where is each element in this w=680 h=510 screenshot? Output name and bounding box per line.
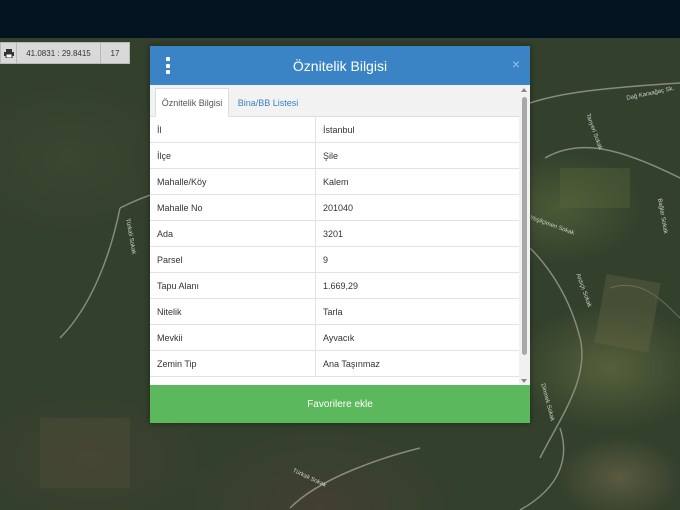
table-row: İlçe Şile	[150, 143, 519, 169]
table-row: Ada 3201	[150, 221, 519, 247]
attribute-key: Tapu Alanı	[150, 273, 316, 298]
table-row: Tapu Alanı 1.669,29	[150, 273, 519, 299]
table-row: Nitelik Tarla	[150, 299, 519, 325]
tab-bar: Öznitelik Bilgisi Bina/BB Listesi	[150, 85, 530, 117]
attribute-value: 1.669,29	[323, 280, 359, 291]
scroll-up-icon[interactable]	[521, 88, 527, 92]
table-row: Parsel 9	[150, 247, 519, 273]
scrollbar[interactable]	[519, 85, 530, 385]
dialog-header: Öznitelik Bilgisi ×	[150, 46, 530, 85]
top-navbar	[0, 0, 680, 38]
table-row: Zemin Tip Ana Taşınmaz	[150, 351, 519, 377]
attribute-value: 9	[323, 254, 329, 265]
printer-icon[interactable]	[1, 43, 17, 63]
table-row: Mahalle/Köy Kalem	[150, 169, 519, 195]
add-to-favorites-button[interactable]: Favorilere ekle	[150, 385, 530, 423]
attribute-value: Tarla	[323, 306, 343, 317]
attribute-table: İl İstanbul İlçe Şile Mahalle/Köy Kalem Mahall…	[150, 117, 519, 385]
table-row: İl İstanbul	[150, 117, 519, 143]
attribute-value: 201040	[323, 202, 354, 213]
attribute-key: Nitelik	[150, 299, 316, 324]
attribute-key: Parsel	[150, 247, 316, 272]
coordinate-bar: 41.0831 : 29.8415 17	[0, 42, 130, 64]
attribute-key: Mahalle No	[150, 195, 316, 220]
dialog-title: Öznitelik Bilgisi	[292, 57, 388, 74]
attribute-value: İstanbul	[323, 124, 355, 135]
attribute-key: Zemin Tip	[150, 351, 316, 376]
scroll-thumb[interactable]	[522, 97, 527, 355]
attribute-key: Mevkii	[150, 325, 316, 350]
tab-building-list[interactable]: Bina/BB Listesi	[230, 88, 306, 117]
table-row: Mevkii Ayvacık	[150, 325, 519, 351]
zoom-level: 17	[110, 48, 120, 58]
tab-attribute-info[interactable]: Öznitelik Bilgisi	[155, 88, 229, 117]
attribute-value: Ayvacık	[323, 332, 355, 343]
table-row: Mahalle No 201040	[150, 195, 519, 221]
kebab-menu-icon[interactable]	[162, 57, 174, 74]
attribute-key: İlçe	[150, 143, 316, 168]
attribute-value: Ana Taşınmaz	[323, 358, 380, 369]
attribute-key: İl	[150, 117, 316, 142]
close-icon[interactable]: ×	[512, 56, 520, 72]
scroll-down-icon[interactable]	[521, 379, 527, 383]
attribute-value: 3201	[323, 228, 344, 239]
coordinate-readout: 41.0831 : 29.8415	[17, 43, 101, 63]
attribute-dialog: Öznitelik Bilgisi × Öznitelik Bilgisi Bi…	[150, 46, 530, 423]
attribute-key: Mahalle/Köy	[150, 169, 316, 194]
attribute-value: Kalem	[323, 176, 349, 187]
attribute-value: Şile	[323, 150, 339, 161]
attribute-key: Ada	[150, 221, 316, 246]
